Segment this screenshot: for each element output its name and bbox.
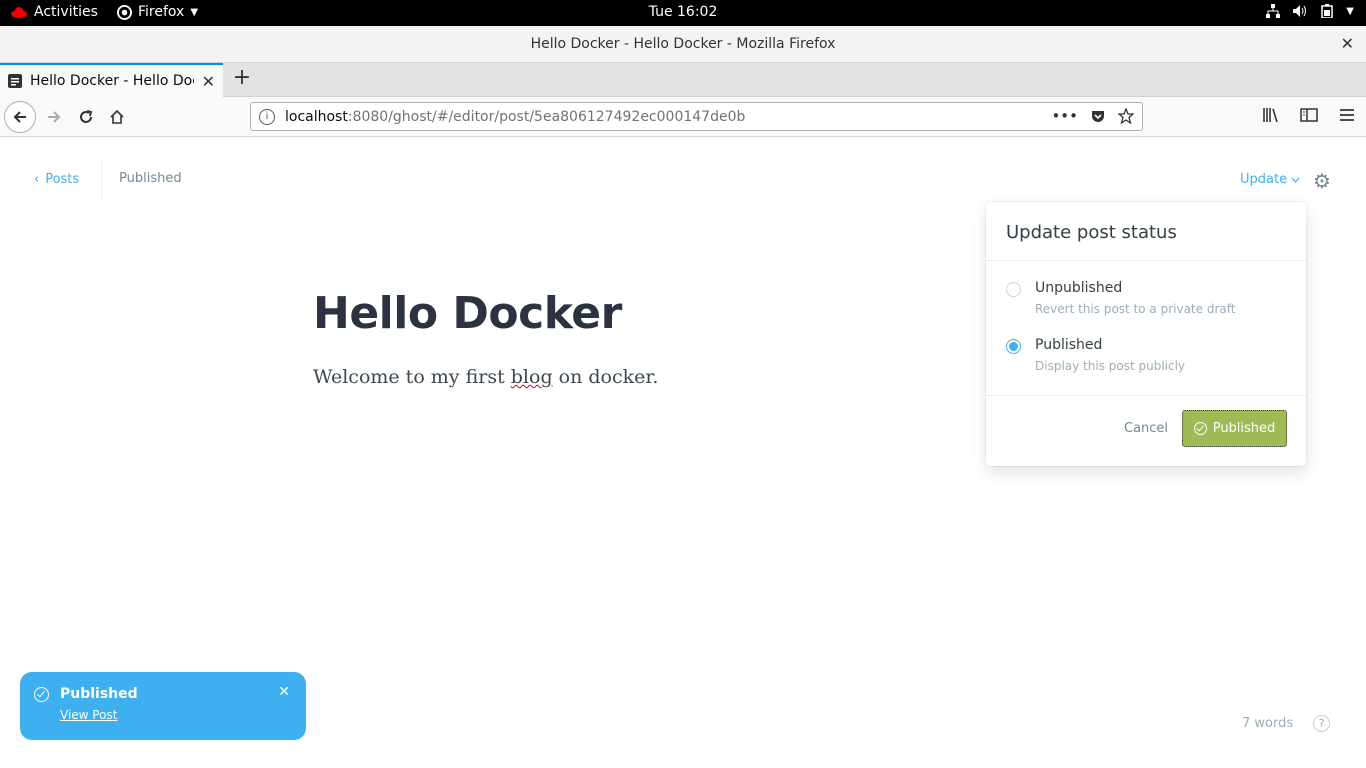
network-icon bbox=[1266, 4, 1281, 18]
activities-label: Activities bbox=[34, 4, 98, 20]
tab-hello-docker[interactable]: Hello Docker - Hello Docker ✕ bbox=[0, 63, 223, 97]
chevron-down-icon: ▼ bbox=[1346, 5, 1354, 17]
tab-title: Hello Docker - Hello Docker bbox=[30, 73, 194, 89]
url-bar[interactable]: i localhost:8080/ghost/#/editor/post/5ea… bbox=[250, 102, 1143, 131]
forward-button[interactable] bbox=[38, 101, 70, 133]
app-menu[interactable]: Firefox ▼ bbox=[117, 4, 198, 20]
popover-heading: Update post status bbox=[986, 202, 1306, 261]
published-button[interactable]: Published bbox=[1182, 410, 1287, 447]
activities-button[interactable]: Activities bbox=[10, 4, 98, 20]
firefox-icon bbox=[117, 4, 132, 20]
bookmark-star-icon[interactable] bbox=[1118, 108, 1134, 124]
option-published[interactable]: Published Display this post publicly bbox=[1006, 337, 1185, 373]
app-menu-label: Firefox bbox=[138, 4, 185, 20]
radio-published[interactable] bbox=[1006, 339, 1021, 354]
option-label: Unpublished bbox=[1035, 280, 1123, 296]
post-body[interactable]: Welcome to my first blog on docker. bbox=[313, 366, 658, 388]
chevron-down-icon bbox=[1291, 177, 1300, 183]
post-status-label: Published bbox=[119, 171, 182, 186]
published-notification: Published View Post ✕ bbox=[20, 672, 306, 740]
reload-button[interactable] bbox=[70, 101, 102, 133]
reload-icon bbox=[80, 110, 93, 123]
tab-close-icon[interactable]: ✕ bbox=[202, 72, 215, 91]
redhat-logo-icon bbox=[11, 7, 27, 18]
new-tab-button[interactable]: + bbox=[230, 67, 254, 91]
check-circle-icon bbox=[1193, 422, 1207, 435]
option-unpublished[interactable]: Unpublished Revert this post to a privat… bbox=[1006, 280, 1235, 316]
post-title[interactable]: Hello Docker bbox=[313, 288, 622, 339]
notification-title: Published bbox=[60, 686, 138, 702]
option-label: Published bbox=[1035, 337, 1103, 353]
window-close-button[interactable]: ✕ bbox=[1341, 34, 1354, 53]
tab-strip: Hello Docker - Hello Docker ✕ + bbox=[0, 63, 1366, 97]
window-title: Hello Docker - Hello Docker - Mozilla Fi… bbox=[530, 36, 836, 52]
view-post-link[interactable]: View Post bbox=[60, 708, 117, 722]
home-icon bbox=[110, 109, 124, 124]
home-button[interactable] bbox=[101, 101, 133, 133]
ghost-favicon-icon bbox=[8, 74, 22, 88]
notification-close-icon[interactable]: ✕ bbox=[278, 684, 290, 700]
site-info-icon[interactable]: i bbox=[259, 108, 275, 125]
page-actions-icon[interactable]: ••• bbox=[1051, 107, 1078, 125]
volume-icon bbox=[1293, 5, 1307, 17]
update-label: Update bbox=[1240, 172, 1288, 187]
navigation-bar: i localhost:8080/ghost/#/editor/post/5ea… bbox=[0, 97, 1366, 137]
pocket-icon[interactable] bbox=[1090, 108, 1106, 124]
posts-back-label: Posts bbox=[45, 172, 80, 187]
check-circle-icon bbox=[34, 687, 49, 702]
system-top-bar: Activities Firefox ▼ Tue 16:02 ▼ bbox=[0, 0, 1366, 26]
post-body-text-end: on docker. bbox=[552, 366, 659, 388]
header-divider bbox=[101, 162, 102, 200]
hamburger-menu-icon[interactable] bbox=[1338, 107, 1356, 123]
misspelled-word: blog bbox=[510, 366, 553, 388]
help-icon[interactable]: ? bbox=[1313, 715, 1330, 732]
published-button-label: Published bbox=[1212, 421, 1276, 436]
arrow-left-icon bbox=[13, 111, 26, 123]
option-description: Revert this post to a private draft bbox=[1035, 302, 1236, 316]
chevron-down-icon: ▼ bbox=[190, 6, 199, 18]
url-path: :8080/ghost/#/editor/post/5ea806127492ec… bbox=[347, 108, 746, 125]
post-body-text: Welcome to my first bbox=[313, 366, 511, 388]
settings-gear-icon[interactable]: ⚙ bbox=[1313, 169, 1331, 193]
back-button[interactable] bbox=[4, 101, 36, 133]
posts-back-link[interactable]: ‹ Posts bbox=[34, 172, 79, 187]
battery-icon bbox=[1321, 4, 1334, 18]
window-title-bar: Hello Docker - Hello Docker - Mozilla Fi… bbox=[0, 26, 1366, 63]
arrow-right-icon bbox=[48, 111, 61, 123]
option-description: Display this post publicly bbox=[1035, 359, 1186, 373]
url-host: localhost bbox=[285, 108, 348, 125]
chevron-left-icon: ‹ bbox=[34, 172, 40, 187]
sidebar-icon[interactable] bbox=[1300, 107, 1318, 123]
update-status-popover: Update post status Unpublished Revert th… bbox=[986, 202, 1306, 466]
clock[interactable]: Tue 16:02 bbox=[649, 4, 718, 20]
popover-footer: Cancel Published bbox=[986, 395, 1306, 466]
cancel-button[interactable]: Cancel bbox=[1124, 421, 1168, 436]
radio-unpublished[interactable] bbox=[1006, 282, 1021, 297]
word-count: 7 words bbox=[1242, 716, 1294, 731]
system-tray[interactable]: ▼ bbox=[1266, 4, 1354, 18]
library-icon[interactable] bbox=[1262, 107, 1280, 123]
update-dropdown-trigger[interactable]: Update bbox=[1240, 172, 1300, 187]
